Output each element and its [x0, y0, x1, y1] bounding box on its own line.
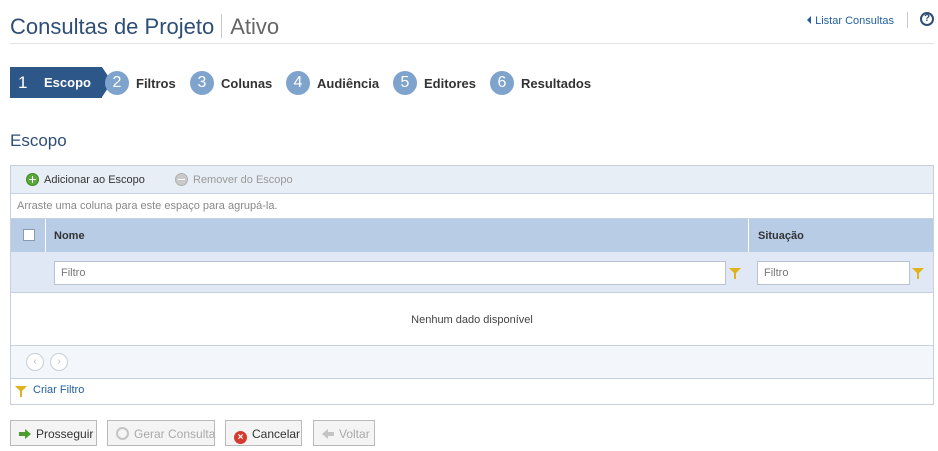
step-number: 5	[393, 71, 417, 95]
title-separator	[221, 14, 223, 38]
column-divider	[748, 219, 749, 252]
status-filter-input[interactable]: Filtro	[757, 261, 910, 285]
table-header: Nome Situação	[11, 219, 933, 252]
proceed-button[interactable]: Prosseguir	[10, 420, 97, 446]
page-title: Consultas de Projeto Ativo	[10, 14, 279, 40]
step-label: Resultados	[521, 75, 592, 91]
step-results[interactable]: 6 Resultados	[490, 71, 591, 95]
name-filter-input[interactable]: Filtro	[54, 261, 726, 285]
remove-from-scope-label: Remover do Escopo	[193, 174, 293, 186]
arrow-left-icon	[322, 428, 334, 440]
section-title: Escopo	[10, 131, 67, 150]
add-to-scope-label: Adicionar ao Escopo	[44, 174, 145, 186]
create-filter-link[interactable]: Criar Filtro	[11, 379, 933, 404]
grid-toolbar: Adicionar ao Escopo Remover do Escopo	[11, 166, 933, 194]
step-label: Colunas	[221, 75, 273, 91]
filter-funnel-icon[interactable]	[912, 268, 924, 279]
list-queries-link[interactable]: Listar Consultas	[807, 15, 894, 27]
next-page-button[interactable]: ›	[50, 353, 68, 371]
step-editors[interactable]: 5 Editores	[393, 71, 476, 95]
page-header: Consultas de Projeto Ativo Listar Consult…	[10, 12, 934, 44]
add-to-scope-button[interactable]: Adicionar ao Escopo	[26, 173, 145, 186]
query-status: Ativo	[230, 14, 280, 39]
close-icon: ×	[234, 431, 247, 444]
column-header-status[interactable]: Situação	[758, 230, 804, 242]
step-label: Editores	[424, 75, 477, 91]
back-label: Voltar	[339, 427, 370, 441]
filter-funnel-icon	[15, 386, 27, 397]
step-number: 1	[18, 73, 28, 92]
step-label: Audiência	[317, 75, 380, 91]
step-number: 4	[286, 71, 310, 95]
page-title-text: Consultas de Projeto	[10, 14, 215, 39]
cancel-label: Cancelar	[252, 427, 301, 441]
minus-circle-icon	[175, 173, 188, 186]
step-number: 3	[190, 71, 214, 95]
list-queries-label: Listar Consultas	[815, 15, 894, 27]
remove-from-scope-button[interactable]: Remover do Escopo	[175, 173, 293, 186]
cancel-button[interactable]: × Cancelar	[225, 420, 302, 446]
create-filter-label: Criar Filtro	[33, 384, 85, 396]
select-all-cell	[11, 219, 46, 252]
step-filters[interactable]: 2 Filtros	[105, 71, 176, 95]
help-icon[interactable]: ?	[920, 12, 934, 26]
step-number: 6	[490, 71, 514, 95]
step-label: Escopo	[44, 75, 91, 90]
arrow-right-icon	[19, 428, 31, 440]
generate-query-button[interactable]: Gerar Consulta	[107, 420, 215, 446]
header-divider	[907, 12, 908, 28]
empty-message: Nenhum dado disponível	[11, 293, 933, 346]
filter-row: Filtro Filtro	[11, 252, 933, 293]
step-audience[interactable]: 4 Audiência	[286, 71, 379, 95]
pager: ‹ ›	[11, 346, 933, 379]
select-all-checkbox[interactable]	[23, 229, 35, 241]
step-label: Filtros	[136, 75, 176, 91]
plus-circle-icon	[26, 173, 39, 186]
proceed-label: Prosseguir	[36, 427, 94, 441]
filter-funnel-icon[interactable]	[729, 268, 741, 279]
group-drop-area[interactable]: Arraste uma coluna para este espaço para…	[11, 194, 933, 219]
scope-grid: Adicionar ao Escopo Remover do Escopo Ar…	[10, 165, 934, 405]
step-scope[interactable]: 1 Escopo	[10, 67, 112, 98]
caret-left-icon	[807, 16, 812, 24]
generate-query-label: Gerar Consulta	[134, 427, 216, 441]
wizard-steps: 1 Escopo 2 Filtros 3 Colunas 4 Audiência 5E…	[10, 67, 710, 98]
column-header-name[interactable]: Nome	[54, 230, 85, 242]
check-circle-icon	[116, 427, 129, 440]
step-number: 2	[105, 71, 129, 95]
previous-page-button[interactable]: ‹	[26, 353, 44, 371]
back-button[interactable]: Voltar	[313, 420, 375, 446]
step-columns[interactable]: 3 Colunas	[190, 71, 272, 95]
